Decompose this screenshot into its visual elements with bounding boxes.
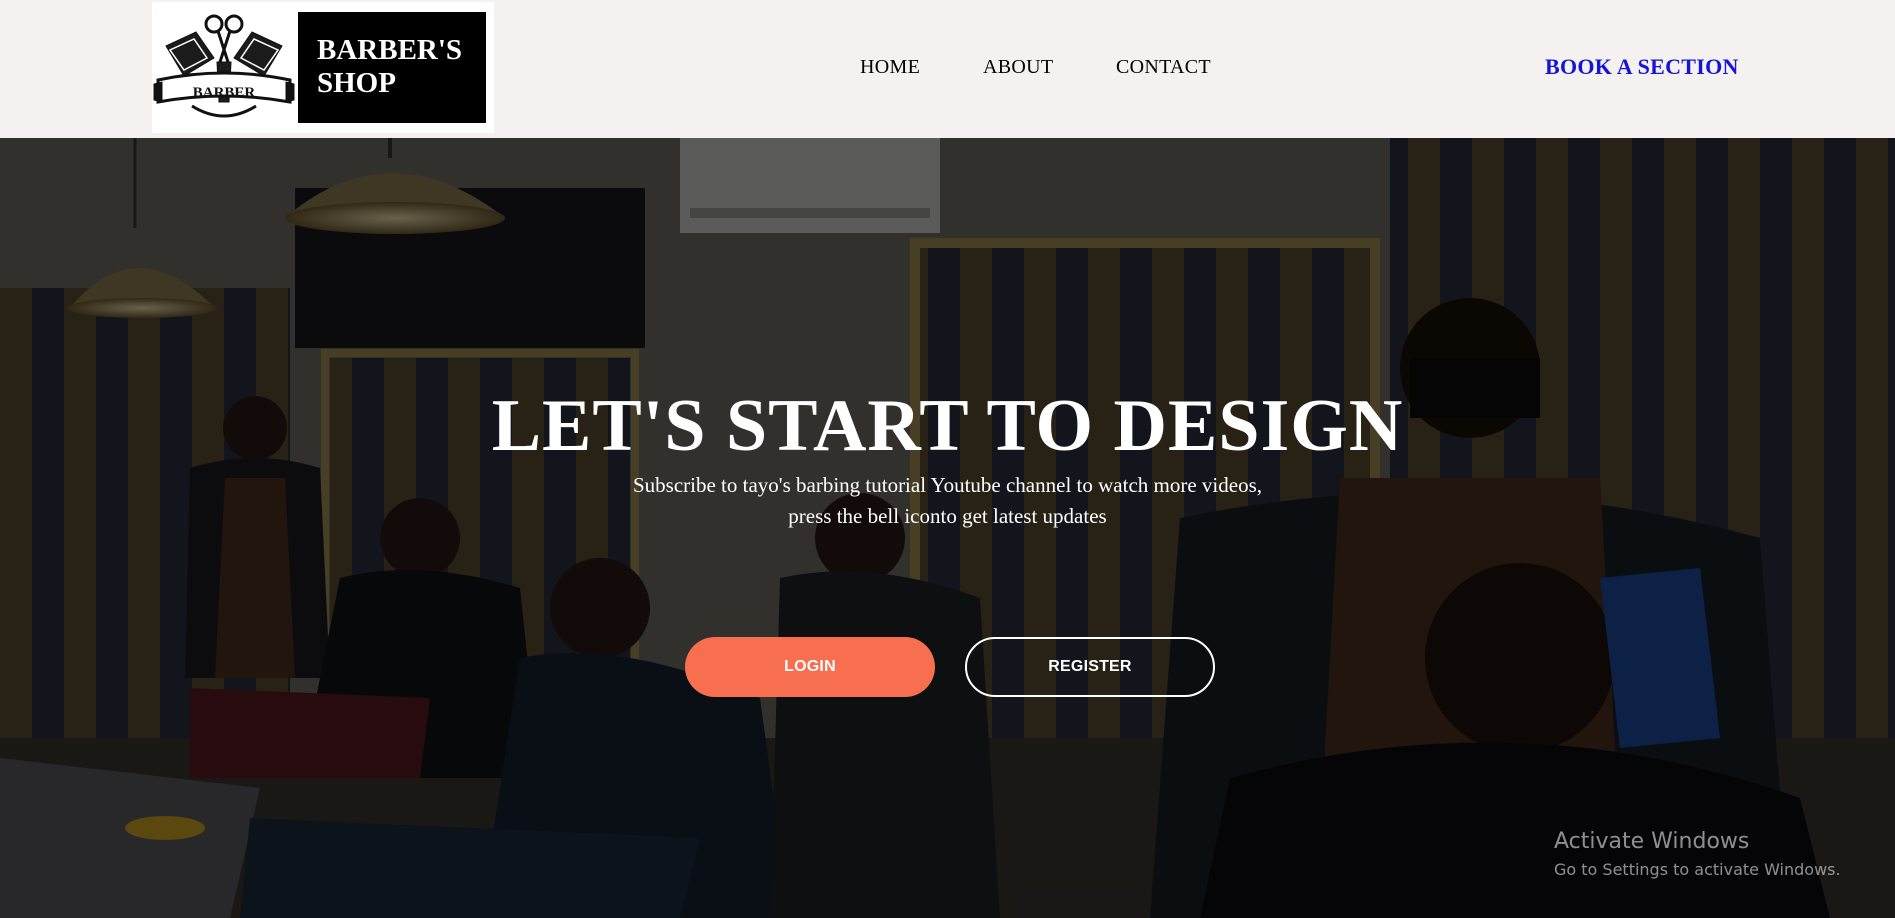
activate-windows-watermark: Activate Windows Go to Settings to activ… [1554,828,1841,882]
activate-windows-subtitle: Go to Settings to activate Windows. [1554,860,1841,879]
logo-wordmark: BARBER'S SHOP [298,12,486,123]
hero-title: LET'S START TO DESIGN [491,384,1404,467]
emblem-text: BARBER [193,85,256,101]
login-button[interactable]: LOGIN [685,637,935,697]
book-section-link[interactable]: BOOK A SECTION [1545,54,1739,80]
nav-about-link[interactable]: ABOUT [983,56,1053,79]
nav-home-link[interactable]: HOME [860,56,920,79]
hero-subtitle: Subscribe to tayo's barbing tutorial You… [632,473,1262,528]
register-button[interactable]: REGISTER [965,637,1215,697]
site-header: BARBER BARBER'S SHOP HOME ABOUT CONTACT … [0,0,1895,138]
logo-title-line1: BARBER'S [317,34,463,66]
page: BARBER BARBER'S SHOP HOME ABOUT CONTACT … [0,0,1895,918]
activate-windows-title: Activate Windows [1554,829,1750,854]
barber-emblem-icon: BARBER [153,14,295,118]
logo[interactable]: BARBER BARBER'S SHOP [152,2,494,133]
hero-section: LET'S START TO DESIGN Subscribe to tayo'… [0,138,1895,918]
nav-contact-link[interactable]: CONTACT [1116,56,1211,79]
logo-title-line2: SHOP [317,67,396,99]
